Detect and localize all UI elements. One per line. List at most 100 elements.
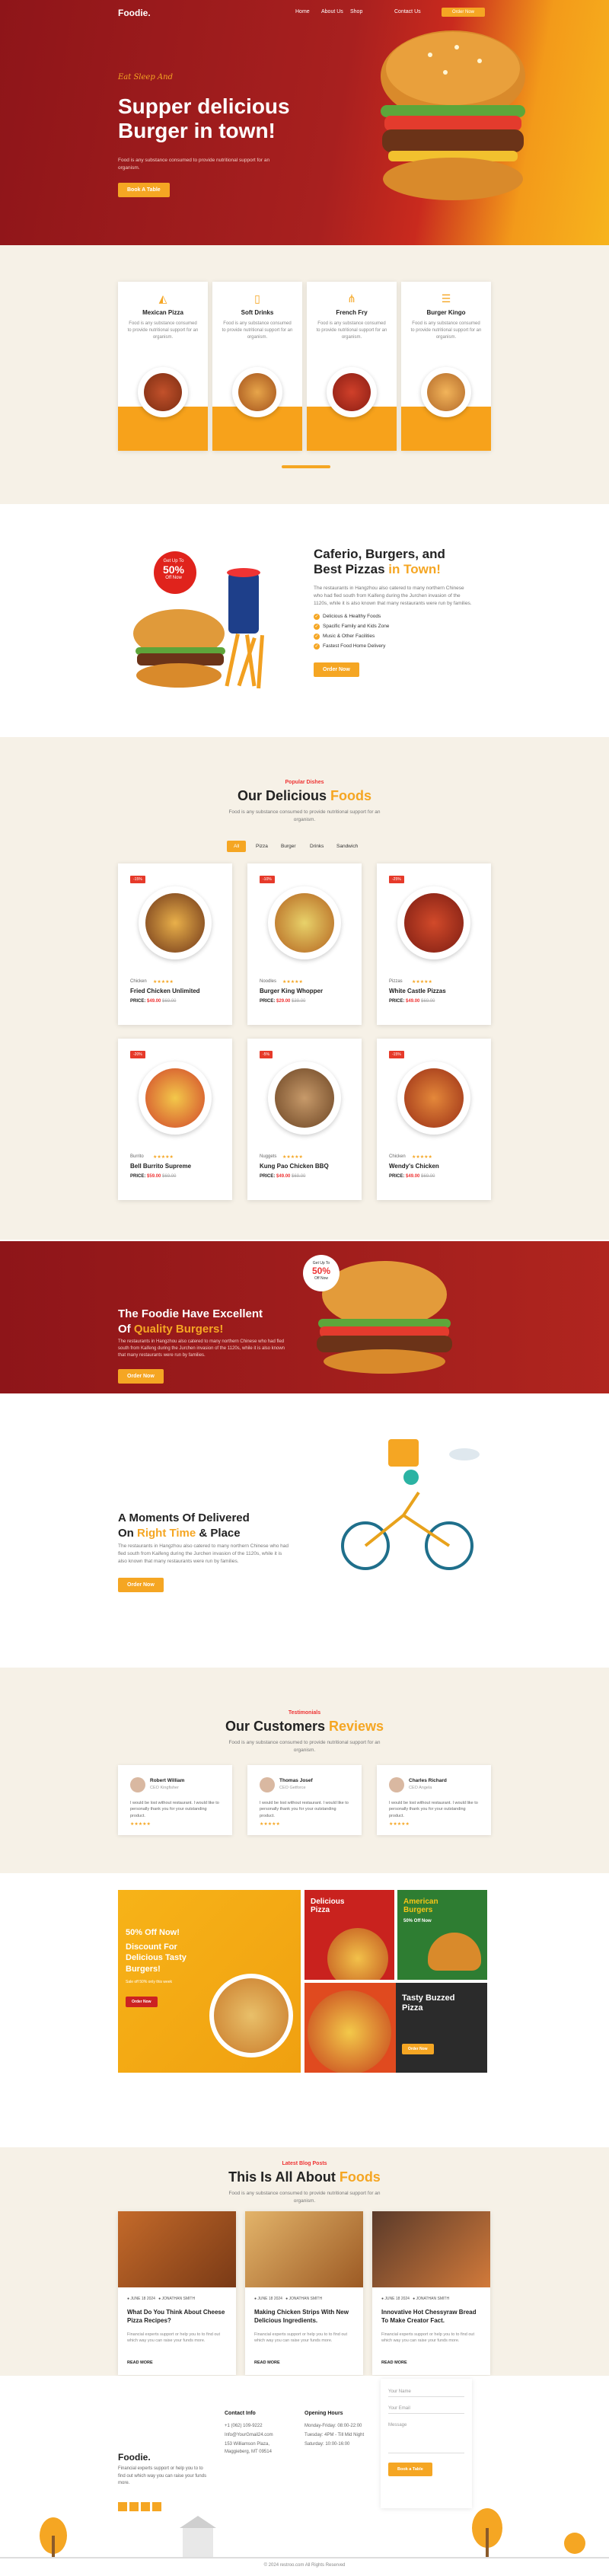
reviewer-role: CEO Kingfisher <box>150 1786 179 1790</box>
feature-item: ✓ Spacific Family and Kids Zone <box>314 624 390 630</box>
food-plate-image <box>232 367 282 417</box>
category-title: Mexican Pizza <box>142 309 183 316</box>
read-more-link[interactable]: READ MORE <box>127 2361 153 2365</box>
tab-burger[interactable]: Burger <box>274 841 303 852</box>
fries-icon: ⋔ <box>347 292 356 305</box>
category-title: French Fry <box>336 309 368 316</box>
review-quote: I would be lost without restaurant. I wo… <box>260 1801 349 1818</box>
food-category: Chicken <box>389 1154 406 1159</box>
book-table-button[interactable]: Book A Table <box>118 183 170 197</box>
blog-desc: Financial experts support or help you to… <box>381 2332 474 2344</box>
food-card[interactable]: -10% Noodles ★★★★★ Burger King Whopper P… <box>247 863 362 1025</box>
category-desc: Food is any substance consumed to provid… <box>410 321 482 340</box>
hours-heading: Opening Hours <box>304 2411 343 2416</box>
reviewer-name: Charles Richard <box>409 1778 447 1783</box>
badge-pct: 50% <box>162 563 185 576</box>
nav-about[interactable]: About Us <box>321 9 343 14</box>
food-card[interactable]: -15% Chicken ★★★★★ Fried Chicken Unlimit… <box>118 863 232 1025</box>
badge-bottom: Off Now <box>165 576 182 580</box>
avatar <box>130 1777 145 1792</box>
menu-subtitle: Food is any substance consumed to provid… <box>228 809 381 822</box>
name-input[interactable]: Your Name <box>388 2389 464 2397</box>
delivery-section <box>0 1393 609 1668</box>
blog-image <box>245 2211 363 2287</box>
top-nav: Foodie. Home About Us Shop Contact Us Or… <box>0 0 609 26</box>
promo-buzzed-pizza-banner[interactable]: Tasty Buzzed Pizza Order Now <box>304 1983 487 2073</box>
tab-pizza[interactable]: Pizza <box>249 841 275 852</box>
food-category: Pizzas <box>389 979 403 984</box>
hours-line: Monday-Friday: 08:00-22:00 <box>304 2424 362 2428</box>
category-card[interactable]: ☰ Burger Kingo Food is any substance con… <box>401 282 491 451</box>
promo-pizza-banner[interactable]: Delicious Pizza <box>304 1890 394 1980</box>
category-title: Burger Kingo <box>426 309 466 316</box>
hero-section: Eat Sleep And Supper delicious Burger in… <box>0 0 609 245</box>
contact-heading: Contact Info <box>225 2411 256 2416</box>
contact-phone[interactable]: +1 (062) 109-9222 <box>225 2423 263 2431</box>
food-category: Chicken <box>130 979 147 984</box>
check-icon: ✓ <box>314 614 320 620</box>
email-input[interactable]: Your Email <box>388 2406 464 2414</box>
hero-kicker: Eat Sleep And <box>118 73 173 81</box>
discount-badge: -5% <box>260 1051 273 1058</box>
blog-meta: ● JUNE 18 2024 ● JONATHAN SMITH <box>254 2297 323 2301</box>
promo-order-button[interactable]: Order Now <box>402 2044 434 2054</box>
promo-burger-banner[interactable]: 50% Off Now! Discount For Delicious Tast… <box>118 1890 301 2073</box>
hero-subtitle: Food is any substance consumed to provid… <box>118 158 270 171</box>
nav-home[interactable]: Home <box>295 9 310 14</box>
food-card[interactable]: -5% Nuggets ★★★★★ Kung Pao Chicken BBQ P… <box>247 1039 362 1200</box>
reviewer-role: CEO Angela <box>409 1786 432 1790</box>
nav-contact[interactable]: Contact Us <box>394 9 421 14</box>
blog-card[interactable]: ● JUNE 18 2024 ● JONATHAN SMITH What Do … <box>118 2211 236 2375</box>
discount-badge: -25% <box>389 876 404 883</box>
food-name: Kung Pao Chicken BBQ <box>260 1163 329 1170</box>
quality-order-button[interactable]: Order Now <box>118 1369 164 1384</box>
book-table-button[interactable]: Book a Table <box>388 2463 432 2476</box>
hero-title: Supper delicious Burger in town! <box>118 94 290 143</box>
footer: Foodie. Financial experts support or hel… <box>0 2376 609 2576</box>
tab-drinks[interactable]: Drinks <box>303 841 330 852</box>
testimonial-card: Robert William CEO Kingfisher I would be… <box>118 1765 232 1835</box>
menu-title: Our Delicious Foods <box>237 788 372 803</box>
feature-item: ✓ Music & Other Facilities <box>314 634 375 640</box>
category-card[interactable]: ▯ Soft Drinks Food is any substance cons… <box>212 282 302 451</box>
blog-card[interactable]: ● JUNE 18 2024 ● JONATHAN SMITH Innovati… <box>372 2211 490 2375</box>
promo-order-button[interactable]: Order Now <box>126 1997 158 2007</box>
food-card[interactable]: -15% Chicken ★★★★★ Wendy's Chicken PRICE… <box>377 1039 491 1200</box>
quality-text: The restaurants in Hangzhou also catered… <box>118 1339 285 1358</box>
feature-item: ✓ Delicious & Healthy Foods <box>314 614 381 620</box>
delivery-title: A Moments Of Delivered On Right Time & Pl… <box>118 1511 250 1540</box>
discount-badge: -15% <box>389 1051 404 1058</box>
testimonials-kicker: Testimonials <box>288 1710 321 1716</box>
blog-title[interactable]: Making Chicken Strips With New Delicious… <box>254 2309 353 2325</box>
message-input[interactable]: Message <box>388 2423 464 2453</box>
nav-shop[interactable]: Shop <box>350 9 362 14</box>
read-more-link[interactable]: READ MORE <box>254 2361 280 2365</box>
blog-meta: ● JUNE 18 2024 ● JONATHAN SMITH <box>127 2297 196 2301</box>
tab-all[interactable]: All <box>227 841 247 852</box>
blog-title[interactable]: Innovative Hot Chessyraw Bread To Make C… <box>381 2309 480 2325</box>
category-card[interactable]: ◭ Mexican Pizza Food is any substance co… <box>118 282 208 451</box>
contact-email[interactable]: Info@YourGmail24.com <box>225 2432 273 2440</box>
blog-desc: Financial experts support or help you to… <box>127 2332 220 2344</box>
read-more-link[interactable]: READ MORE <box>381 2361 407 2365</box>
food-price: PRICE: $59.00 $69.00 <box>130 1174 177 1179</box>
delivery-order-button[interactable]: Order Now <box>118 1578 164 1592</box>
category-card[interactable]: ⋔ French Fry Food is any substance consu… <box>307 282 397 451</box>
food-plate-image <box>421 367 471 417</box>
site-logo[interactable]: Foodie. <box>118 8 151 18</box>
rating-stars: ★★★★★ <box>389 1822 410 1827</box>
blog-card[interactable]: ● JUNE 18 2024 ● JONATHAN SMITH Making C… <box>245 2211 363 2375</box>
tab-sandwich[interactable]: Sandwich <box>330 841 365 852</box>
blog-title[interactable]: What Do You Think About Cheese Pizza Rec… <box>127 2309 226 2325</box>
food-plate-image <box>139 886 212 959</box>
food-price: PRICE: $29.00 $39.00 <box>260 999 306 1004</box>
footer-logo[interactable]: Foodie. <box>118 2452 151 2463</box>
about-order-button[interactable]: Order Now <box>314 662 359 677</box>
food-card[interactable]: -25% Pizzas ★★★★★ White Castle Pizzas PR… <box>377 863 491 1025</box>
pizza-icon: ◭ <box>158 292 167 305</box>
slider-indicator[interactable] <box>282 465 330 468</box>
promo-american-burger-banner[interactable]: American Burgers 50% Off Now <box>397 1890 487 1980</box>
food-card[interactable]: -20% Burrito ★★★★★ Bell Burrito Supreme … <box>118 1039 232 1200</box>
food-name: White Castle Pizzas <box>389 988 446 994</box>
order-now-button[interactable]: Order Now <box>442 8 486 17</box>
